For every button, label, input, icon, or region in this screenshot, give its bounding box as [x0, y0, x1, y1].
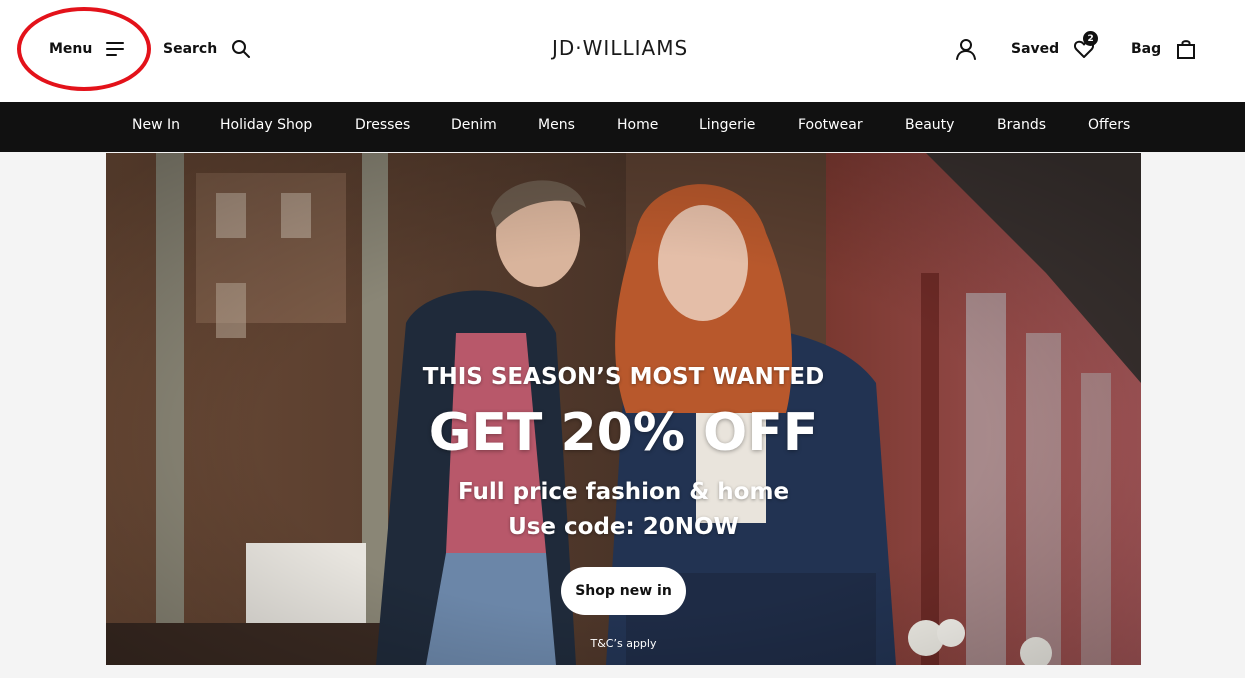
- category-nav: New In Holiday Shop Dresses Denim Mens H…: [0, 102, 1245, 152]
- nav-item-lingerie[interactable]: Lingerie: [699, 117, 755, 133]
- site-header: Menu Search JD·WILLIAMS Saved 2 Bag: [0, 0, 1245, 102]
- nav-item-dresses[interactable]: Dresses: [355, 117, 410, 133]
- terms-link[interactable]: T&C’s apply: [106, 637, 1141, 650]
- nav-item-holiday-shop[interactable]: Holiday Shop: [220, 117, 312, 133]
- search-button[interactable]: Search: [163, 36, 251, 62]
- nav-item-new-in[interactable]: New In: [132, 117, 180, 133]
- hero-banner[interactable]: THIS SEASON’S MOST WANTED GET 20% OFF Fu…: [106, 153, 1141, 665]
- hamburger-icon: [106, 42, 126, 56]
- saved-label: Saved: [1011, 41, 1060, 57]
- search-label: Search: [163, 41, 218, 57]
- nav-item-offers[interactable]: Offers: [1088, 117, 1130, 133]
- hero-eyebrow: THIS SEASON’S MOST WANTED: [422, 364, 825, 390]
- nav-item-brands[interactable]: Brands: [997, 117, 1046, 133]
- account-button[interactable]: [955, 36, 977, 62]
- hero-headline: GET 20% OFF: [428, 403, 819, 463]
- menu-button[interactable]: Menu: [49, 36, 126, 62]
- nav-item-denim[interactable]: Denim: [451, 117, 497, 133]
- site-logo[interactable]: JD·WILLIAMS: [552, 36, 688, 60]
- saved-icon-wrap: 2: [1073, 31, 1099, 60]
- menu-label: Menu: [49, 41, 93, 57]
- nav-item-mens[interactable]: Mens: [538, 117, 575, 133]
- nav-item-beauty[interactable]: Beauty: [905, 117, 954, 133]
- nav-item-footwear[interactable]: Footwear: [798, 117, 863, 133]
- bag-button[interactable]: Bag: [1131, 36, 1197, 62]
- user-icon: [956, 39, 976, 60]
- hero-subline: Full price fashion & home: [457, 479, 790, 505]
- shop-new-in-button[interactable]: Shop new in: [561, 567, 686, 615]
- nav-item-home[interactable]: Home: [617, 117, 658, 133]
- bag-icon: [1177, 40, 1196, 59]
- search-icon: [232, 40, 251, 58]
- saved-count-badge: 2: [1083, 31, 1099, 46]
- hero-promo-code: Use code: 20NOW: [508, 514, 739, 540]
- bag-label: Bag: [1131, 41, 1162, 57]
- saved-button[interactable]: Saved 2: [1011, 31, 1099, 62]
